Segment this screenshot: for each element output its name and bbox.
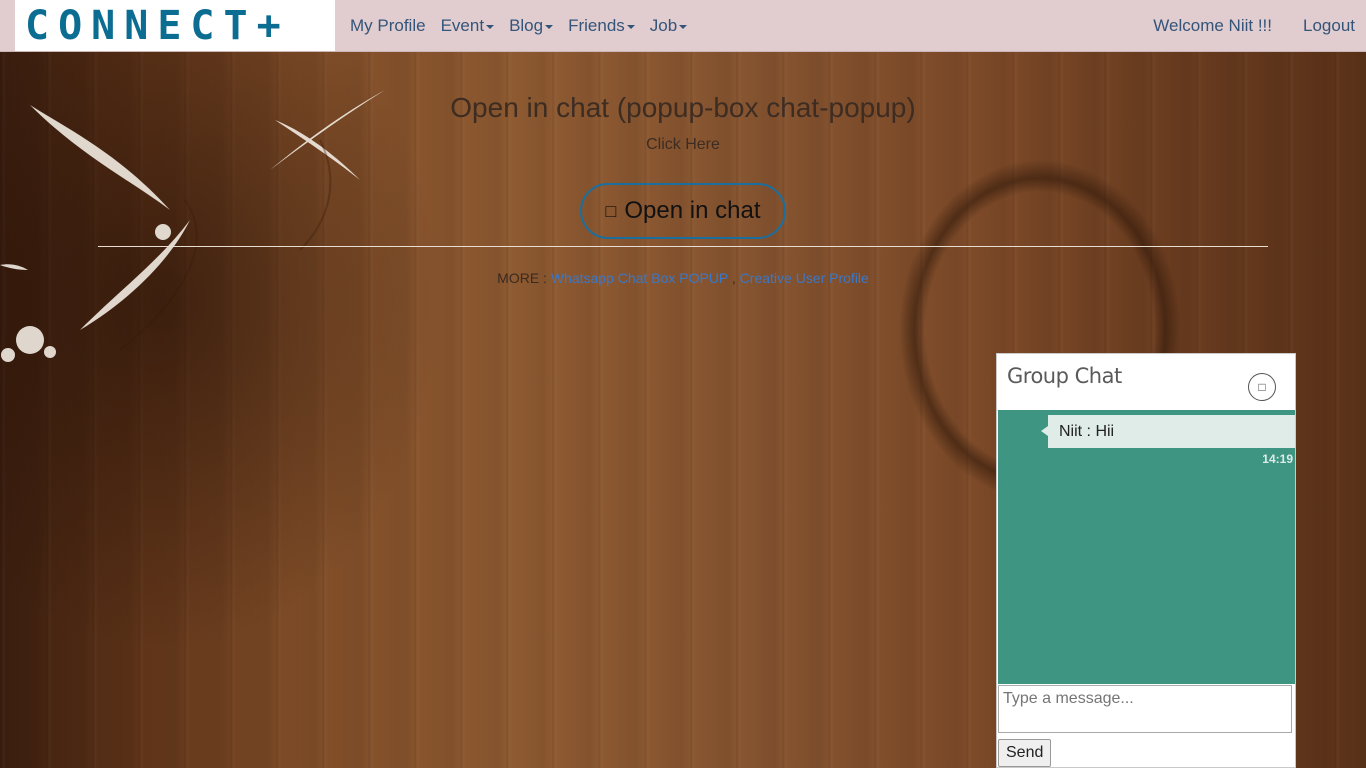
nav-label: Job: [649, 15, 678, 35]
brand-logo[interactable]: CONNECT+: [15, 0, 335, 51]
chat-title: Group Chat: [1007, 364, 1122, 388]
nav-blog[interactable]: Blog: [509, 15, 554, 36]
send-button[interactable]: Send: [998, 739, 1052, 767]
chat-message-time: 14:19: [1262, 452, 1293, 466]
nav-friends[interactable]: Friends: [568, 16, 635, 36]
welcome-user-link[interactable]: Welcome Niit !!!: [1153, 16, 1272, 36]
open-in-chat-button[interactable]: □ Open in chat: [580, 183, 786, 239]
more-prefix: MORE :: [497, 270, 551, 286]
navbar: CONNECT+ My Profile Event Blog Friends J…: [0, 0, 1366, 52]
caret-down-icon: [486, 25, 495, 29]
chat-message-text: Niit : Hii: [1059, 423, 1115, 440]
open-in-chat-label: Open in chat: [624, 197, 761, 224]
divider: [98, 246, 1268, 247]
chat-messages: Niit : Hii 14:19: [998, 410, 1295, 684]
caret-down-icon: [626, 25, 635, 29]
comment-icon: □: [605, 200, 617, 221]
chat-message-input[interactable]: [998, 685, 1292, 733]
nav-right: Welcome Niit !!! Logout: [1153, 16, 1366, 36]
page-subtitle: Click Here: [646, 136, 720, 153]
nav-label: Friends: [568, 15, 625, 35]
creative-user-profile-link[interactable]: Creative User Profile: [740, 270, 869, 286]
nav-job[interactable]: Job: [649, 15, 688, 36]
nav-label: Blog: [509, 15, 544, 35]
more-separator: ,: [728, 270, 740, 286]
nav-my-profile[interactable]: My Profile: [350, 16, 426, 36]
close-icon[interactable]: □: [1248, 373, 1276, 401]
page-title: Open in chat (popup-box chat-popup): [450, 92, 916, 123]
caret-down-icon: [679, 25, 688, 29]
chat-popup: Group Chat □ Niit : Hii 14:19 Send: [996, 353, 1296, 768]
chat-header: Group Chat □: [997, 354, 1295, 411]
nav-label: My Profile: [350, 15, 426, 35]
logout-link[interactable]: Logout: [1303, 16, 1355, 36]
nav-event[interactable]: Event: [440, 15, 495, 36]
caret-down-icon: [545, 25, 554, 29]
whatsapp-chat-box-link[interactable]: Whatsapp Chat Box POPUP: [551, 270, 728, 286]
nav-label: Event: [440, 15, 485, 35]
chat-message-bubble: Niit : Hii: [1041, 415, 1295, 448]
more-links: MORE : Whatsapp Chat Box POPUP , Creativ…: [0, 270, 1366, 286]
